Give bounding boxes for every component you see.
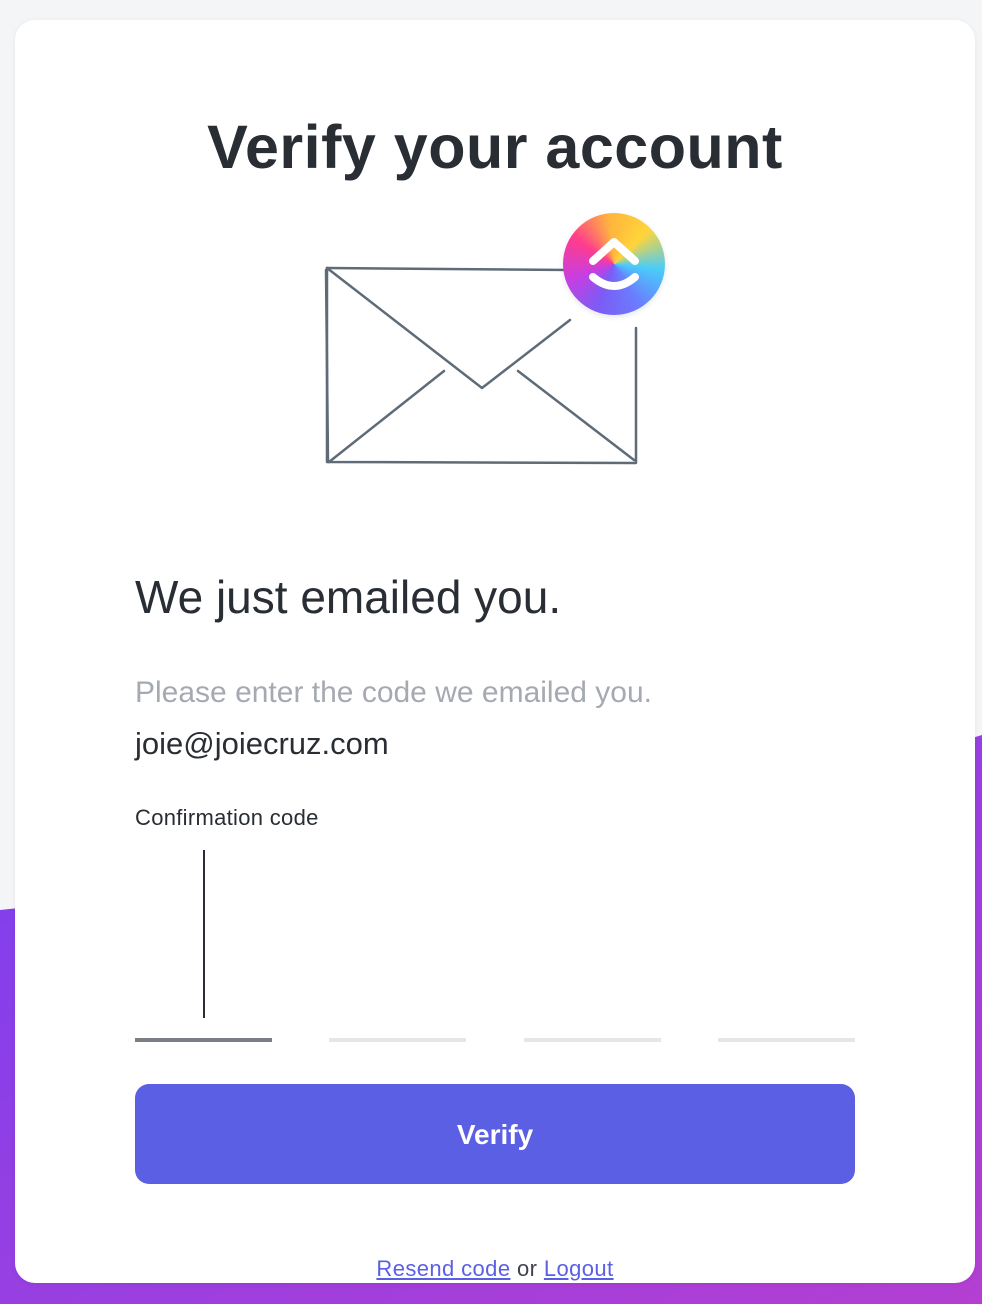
envelope-illustration	[320, 208, 680, 478]
code-underline	[718, 1038, 855, 1042]
clickup-logo-icon	[563, 213, 665, 315]
code-input-2[interactable]	[329, 850, 466, 1042]
code-underline	[329, 1038, 466, 1042]
instruction-text: Please enter the code we emailed you.	[135, 676, 652, 709]
footer-links: Resend code or Logout	[15, 1256, 975, 1282]
or-text: or	[516, 1256, 538, 1281]
logout-link[interactable]: Logout	[544, 1256, 614, 1281]
code-input-4[interactable]	[718, 850, 855, 1042]
headline: We just emailed you.	[135, 571, 562, 623]
page-title: Verify your account	[207, 113, 783, 181]
code-input-3[interactable]	[524, 850, 661, 1042]
code-underline	[135, 1038, 272, 1042]
text-caret	[203, 850, 205, 1018]
code-label: Confirmation code	[135, 805, 319, 830]
verify-button[interactable]: Verify	[135, 1084, 855, 1184]
code-input-1[interactable]	[135, 850, 272, 1042]
email-address: joie@joiecruz.com	[135, 726, 389, 761]
resend-code-link[interactable]: Resend code	[376, 1256, 510, 1281]
code-underline	[524, 1038, 661, 1042]
verify-card: Verify your account We just emailed you.…	[15, 20, 975, 1283]
